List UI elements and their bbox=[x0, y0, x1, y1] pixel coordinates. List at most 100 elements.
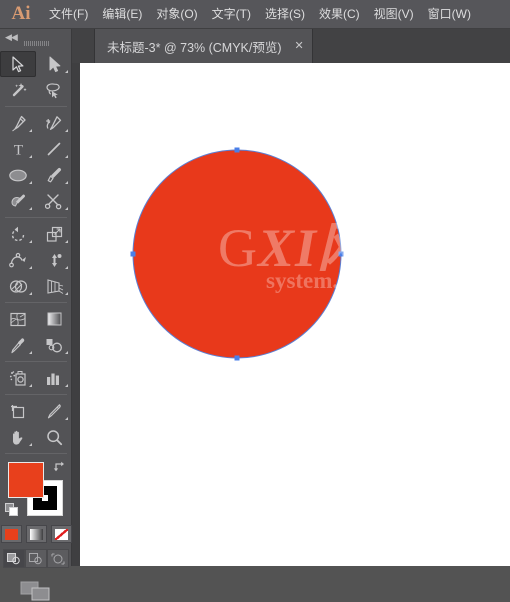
tool-row bbox=[0, 77, 72, 103]
blob-brush-tool[interactable] bbox=[0, 188, 36, 214]
tool-divider bbox=[5, 361, 67, 362]
document-tab-title: 未标题-3* @ 73% (CMYK/预览) bbox=[107, 40, 282, 55]
tool-flyout-indicator bbox=[65, 207, 68, 210]
collapse-panel-icon[interactable]: ◀◀ bbox=[5, 32, 18, 43]
tool-flyout-indicator bbox=[29, 443, 32, 446]
panel-drag-gripper[interactable] bbox=[24, 41, 50, 46]
line-segment-tool[interactable] bbox=[36, 136, 72, 162]
app-logo: Ai bbox=[11, 3, 31, 24]
svg-text:T: T bbox=[13, 143, 22, 158]
tool-flyout-indicator bbox=[65, 351, 68, 354]
ellipse-tool[interactable] bbox=[0, 162, 36, 188]
lasso-tool[interactable] bbox=[36, 77, 72, 103]
rotate-tool[interactable] bbox=[0, 221, 36, 247]
tool-flyout-indicator bbox=[29, 292, 32, 295]
mesh-tool[interactable] bbox=[0, 306, 36, 332]
none-button[interactable] bbox=[50, 525, 72, 543]
tool-divider bbox=[5, 394, 67, 395]
gradient-button[interactable] bbox=[25, 525, 47, 543]
tool-divider bbox=[5, 453, 67, 454]
tool-flyout-indicator bbox=[29, 351, 32, 354]
menu-view[interactable]: 视图(V) bbox=[367, 0, 421, 28]
tool-row bbox=[0, 247, 72, 273]
document-tab[interactable]: 未标题-3* @ 73% (CMYK/预览) ✕ bbox=[94, 29, 313, 63]
column-graph-tool[interactable] bbox=[36, 365, 72, 391]
zoom-tool[interactable] bbox=[36, 424, 72, 450]
menu-file[interactable]: 文件(F) bbox=[42, 0, 95, 28]
magic-wand-tool[interactable] bbox=[0, 77, 36, 103]
scissors-tool[interactable] bbox=[36, 188, 72, 214]
anchor-point[interactable] bbox=[130, 251, 136, 257]
paintbrush-tool[interactable] bbox=[36, 162, 72, 188]
tool-flyout-indicator bbox=[29, 266, 32, 269]
warp-tool[interactable] bbox=[0, 247, 36, 273]
menu-object[interactable]: 对象(O) bbox=[149, 0, 204, 28]
tool-flyout-indicator bbox=[29, 384, 32, 387]
document-tab-bar: 未标题-3* @ 73% (CMYK/预览) ✕ bbox=[72, 29, 510, 63]
tool-flyout-indicator bbox=[65, 417, 68, 420]
tool-flyout-indicator bbox=[65, 266, 68, 269]
artwork-layer bbox=[130, 147, 344, 361]
tool-row bbox=[0, 110, 72, 136]
tool-row: T bbox=[0, 136, 72, 162]
tool-flyout-indicator bbox=[29, 129, 32, 132]
tool-panel: ◀◀ T bbox=[0, 29, 72, 601]
scale-tool[interactable] bbox=[36, 221, 72, 247]
add-anchor-point-tool[interactable] bbox=[36, 110, 72, 136]
menu-select[interactable]: 选择(S) bbox=[258, 0, 312, 28]
tool-row bbox=[0, 424, 72, 450]
tool-flyout-indicator bbox=[65, 181, 68, 184]
default-fill-stroke-icon[interactable] bbox=[5, 503, 19, 517]
eyedropper-tool[interactable] bbox=[0, 332, 36, 358]
anchor-point[interactable] bbox=[338, 251, 344, 257]
menu-bar: Ai 文件(F) 编辑(E) 对象(O) 文字(T) 选择(S) 效果(C) 视… bbox=[0, 0, 510, 29]
tool-row bbox=[0, 273, 72, 299]
free-transform-tool[interactable] bbox=[36, 247, 72, 273]
perspective-grid-tool[interactable] bbox=[36, 273, 72, 299]
screen-mode-button[interactable] bbox=[0, 580, 72, 602]
blend-tool[interactable] bbox=[36, 332, 72, 358]
gradient-tool[interactable] bbox=[36, 306, 72, 332]
illustrator-window: Ai 文件(F) 编辑(E) 对象(O) 文字(T) 选择(S) 效果(C) 视… bbox=[0, 0, 510, 601]
ellipse-shape[interactable] bbox=[132, 149, 342, 359]
gradient-swatch-icon bbox=[29, 528, 43, 540]
tool-flyout-indicator bbox=[29, 181, 32, 184]
menu-window[interactable]: 窗口(W) bbox=[421, 0, 478, 28]
pen-tool[interactable] bbox=[0, 110, 36, 136]
menu-effect[interactable]: 效果(C) bbox=[312, 0, 367, 28]
type-tool[interactable]: T bbox=[0, 136, 36, 162]
tool-panel-header: ◀◀ bbox=[0, 29, 71, 51]
menu-type[interactable]: 文字(T) bbox=[205, 0, 258, 28]
anchor-point[interactable] bbox=[234, 355, 240, 361]
tool-flyout-indicator bbox=[65, 70, 68, 73]
canvas-area[interactable]: GXI网 system.com bbox=[72, 63, 510, 566]
anchor-point[interactable] bbox=[234, 147, 240, 153]
draw-normal-button[interactable] bbox=[3, 549, 25, 568]
artboard[interactable]: GXI网 system.com bbox=[80, 63, 510, 566]
color-swatch-icon bbox=[4, 528, 18, 540]
tool-flyout-indicator bbox=[65, 155, 68, 158]
shape-builder-tool[interactable] bbox=[0, 273, 36, 299]
color-mode-buttons bbox=[0, 525, 72, 543]
draw-behind-button[interactable] bbox=[25, 549, 47, 568]
tool-grid: T bbox=[0, 51, 72, 602]
selection-tool[interactable] bbox=[0, 51, 36, 77]
default-stroke-square bbox=[9, 507, 18, 516]
fill-stroke-controls bbox=[0, 458, 72, 520]
fill-swatch[interactable] bbox=[8, 462, 44, 498]
close-icon[interactable]: ✕ bbox=[295, 40, 304, 52]
symbol-sprayer-tool[interactable] bbox=[0, 365, 36, 391]
color-button[interactable] bbox=[0, 525, 22, 543]
hand-tool[interactable] bbox=[0, 424, 36, 450]
tool-flyout-indicator bbox=[29, 155, 32, 158]
tool-flyout-indicator bbox=[65, 240, 68, 243]
artboard-tool[interactable] bbox=[0, 398, 36, 424]
direct-selection-tool[interactable] bbox=[36, 51, 72, 77]
swap-fill-stroke-icon[interactable] bbox=[53, 460, 66, 473]
tool-divider bbox=[5, 302, 67, 303]
draw-inside-button[interactable] bbox=[47, 549, 69, 568]
menu-edit[interactable]: 编辑(E) bbox=[95, 0, 149, 28]
slice-tool[interactable] bbox=[36, 398, 72, 424]
tool-flyout-indicator bbox=[29, 207, 32, 210]
tool-divider bbox=[5, 106, 67, 107]
